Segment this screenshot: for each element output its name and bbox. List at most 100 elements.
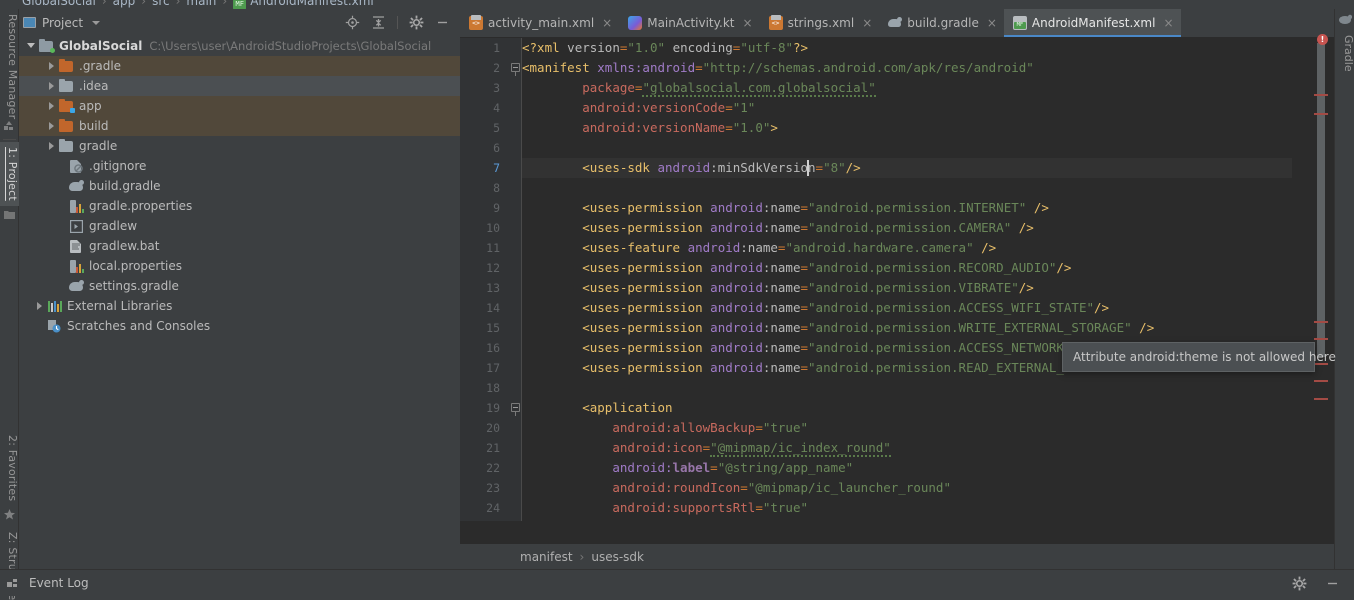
gear-icon[interactable] <box>409 15 424 30</box>
error-marker[interactable] <box>1314 398 1328 400</box>
code-line[interactable]: <uses-sdk android:minSdkVersion="8"/> <box>522 158 860 178</box>
tree-row-gradlew-bat[interactable]: gradlew.bat <box>19 236 460 256</box>
top-breadcrumb-item[interactable]: GlobalSocial <box>22 0 96 8</box>
code-line[interactable]: android:theme="@style/Theme.AppCompat.Li… <box>522 518 1041 521</box>
close-icon[interactable]: × <box>743 16 753 30</box>
code-line[interactable]: <uses-permission android:name="android.p… <box>522 258 1071 278</box>
editor-tab-strings-xml[interactable]: strings.xml × <box>760 9 880 37</box>
code-line[interactable]: android:versionName="1.0"> <box>522 118 778 138</box>
tree-row-external-libraries[interactable]: External Libraries <box>19 296 460 316</box>
error-marker[interactable] <box>1314 321 1328 323</box>
project-view-selector[interactable]: Project <box>23 15 101 30</box>
right-tool-window-bar: Gradle <box>1334 9 1354 596</box>
code-line[interactable]: android:versionCode="1" <box>522 98 755 118</box>
breadcrumb-separator-icon: › <box>579 549 585 564</box>
fold-gutter[interactable] <box>508 38 522 521</box>
top-breadcrumb-item[interactable]: AndroidManifest.xml <box>250 0 374 8</box>
tree-row-build-gradle[interactable]: build.gradle <box>19 176 460 196</box>
gear-icon[interactable] <box>1292 576 1307 591</box>
code-line[interactable]: <uses-permission android:name="android.p… <box>522 298 1109 318</box>
tab-label: activity_main.xml <box>488 16 595 30</box>
sidebar-tab-label: 1: Project <box>6 147 19 201</box>
tree-row-gradlew[interactable]: gradlew <box>19 216 460 236</box>
breadcrumb-item-uses-sdk[interactable]: uses-sdk <box>591 550 644 564</box>
tool-tab-gradle[interactable]: Gradle <box>1335 35 1354 72</box>
chevron-down-icon[interactable] <box>92 20 101 25</box>
code-line[interactable]: <uses-permission android:name="android.p… <box>522 358 1124 378</box>
tree-row-scratches-and-consoles[interactable]: Scratches and Consoles <box>19 316 460 336</box>
editor-tab-mainactivity-kt[interactable]: MainActivity.kt × <box>619 9 759 37</box>
code-line[interactable]: <uses-feature android:name="android.hard… <box>522 238 996 258</box>
chevron-right-icon[interactable] <box>35 301 45 311</box>
editor-breadcrumb: manifest › uses-sdk <box>460 544 1354 569</box>
error-marker[interactable] <box>1314 338 1328 340</box>
line-number-gutter: 1 2 3 4 5 6 7 8 9 10 11 12 13 14 15 16 1… <box>460 38 508 521</box>
chevron-down-icon[interactable] <box>27 41 37 51</box>
close-icon[interactable]: × <box>602 16 612 30</box>
tree-row-dot-gradle[interactable]: .gradle <box>19 56 460 76</box>
event-log-button[interactable]: Event Log <box>29 576 89 590</box>
breadcrumb-item-manifest[interactable]: manifest <box>520 550 573 564</box>
code-line[interactable]: android:allowBackup="true" <box>522 418 808 438</box>
tree-row-globalsocial[interactable]: GlobalSocial C:\Users\user\AndroidStudio… <box>19 36 460 56</box>
chevron-right-icon[interactable] <box>47 61 57 71</box>
code-line[interactable]: android:supportsRtl="true" <box>522 498 808 518</box>
code-line[interactable]: <uses-permission android:name="android.p… <box>522 218 1034 238</box>
editor-tab-build-gradle[interactable]: build.gradle × <box>879 9 1004 37</box>
project-panel-title: Project <box>42 15 84 30</box>
tree-row-gradle-properties[interactable]: gradle.properties <box>19 196 460 216</box>
close-icon[interactable]: × <box>1163 16 1173 30</box>
tree-row-local-properties[interactable]: local.properties <box>19 256 460 276</box>
code-line[interactable]: <manifest xmlns:android="http://schemas.… <box>522 58 1034 78</box>
chevron-right-icon[interactable] <box>47 81 57 91</box>
chevron-right-icon[interactable] <box>47 101 57 111</box>
editor-scrollbar[interactable] <box>1314 38 1328 536</box>
chevron-right-icon[interactable] <box>47 141 57 151</box>
scrollbar-thumb[interactable] <box>1317 43 1325 357</box>
error-marker[interactable] <box>1314 113 1328 115</box>
code-line[interactable]: android:label="@string/app_name" <box>522 458 853 478</box>
code-line[interactable]: <uses-permission android:name="android.p… <box>522 318 1154 338</box>
xml-layout-icon <box>469 15 483 30</box>
close-icon[interactable]: × <box>987 16 997 30</box>
code-lines[interactable]: <?xml version="1.0" encoding="utf-8"?> <… <box>522 38 1354 521</box>
code-line[interactable]: package="globalsocial.com.globalsocial" <box>522 78 876 98</box>
minimize-icon[interactable] <box>1325 576 1340 591</box>
editor-tab-androidmanifest-xml[interactable]: AndroidManifest.xml × <box>1003 9 1181 37</box>
code-line[interactable]: <application <box>522 398 672 418</box>
code-line[interactable]: android:icon="@mipmap/ic_index_round" <box>522 438 891 458</box>
top-breadcrumb-item[interactable]: app <box>113 0 136 8</box>
chevron-right-icon[interactable] <box>47 121 57 131</box>
top-breadcrumb-item[interactable]: src <box>152 0 170 8</box>
locate-icon[interactable] <box>345 15 360 30</box>
tree-row-app[interactable]: app <box>19 96 460 116</box>
fold-marker-application[interactable] <box>511 403 520 416</box>
tree-row-gitignore[interactable]: .gitignore <box>19 156 460 176</box>
tree-row-dot-idea[interactable]: .idea <box>19 76 460 96</box>
tree-row-settings-gradle[interactable]: settings.gradle <box>19 276 460 296</box>
sidebar-tab-favorites[interactable]: 2: Favorites <box>0 429 19 507</box>
close-icon[interactable]: × <box>862 16 872 30</box>
code-line[interactable]: <?xml version="1.0" encoding="utf-8"?> <box>522 38 808 58</box>
layout-toggle-icon[interactable] <box>7 577 19 589</box>
tree-row-gradle[interactable]: gradle <box>19 136 460 156</box>
sidebar-tab-project[interactable]: 1: Project <box>0 142 19 206</box>
top-breadcrumb-item[interactable]: main <box>186 0 216 8</box>
code-line[interactable]: <uses-permission android:name="android.p… <box>522 278 1034 298</box>
error-marker[interactable] <box>1314 380 1328 382</box>
error-count-badge[interactable] <box>1317 34 1328 45</box>
code-line[interactable]: <uses-permission android:name="android.p… <box>522 198 1049 218</box>
code-line[interactable]: <uses-permission android:name="android.p… <box>522 338 1131 358</box>
libraries-icon <box>47 299 62 313</box>
sidebar-tab-resource-manager[interactable]: Resource Manager <box>0 9 19 119</box>
collapse-all-icon[interactable] <box>371 15 386 30</box>
minimize-icon[interactable] <box>435 15 450 30</box>
fold-marker-manifest[interactable] <box>511 63 520 76</box>
project-file-tree[interactable]: GlobalSocial C:\Users\user\AndroidStudio… <box>19 36 460 544</box>
error-marker[interactable] <box>1314 94 1328 96</box>
code-editor[interactable]: 1 2 3 4 5 6 7 8 9 10 11 12 13 14 15 16 1… <box>460 38 1354 521</box>
editor-tab-activity-main-xml[interactable]: activity_main.xml × <box>460 9 619 37</box>
breadcrumb-separator-icon: › <box>222 0 228 8</box>
tree-row-build[interactable]: build <box>19 116 460 136</box>
code-line[interactable]: android:roundIcon="@mipmap/ic_launcher_r… <box>522 478 951 498</box>
